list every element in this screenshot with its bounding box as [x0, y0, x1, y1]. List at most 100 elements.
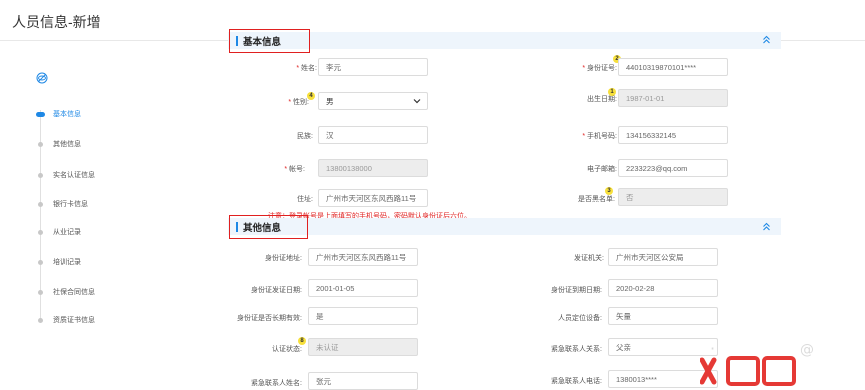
- email-input[interactable]: 2233223@qq.com: [618, 159, 728, 177]
- gender-select[interactable]: 男: [318, 92, 428, 110]
- ethnic-value: 汉: [326, 130, 334, 140]
- account-label-text: 帐号:: [289, 166, 305, 173]
- sidebar-item-realname-auth[interactable]: 实名认证信息: [36, 168, 95, 182]
- blacklist-value: 否: [626, 192, 634, 202]
- svg-text:@: @: [800, 342, 814, 358]
- required-mark: *: [582, 133, 586, 140]
- blacklist-field: 否: [618, 188, 728, 206]
- emergency-phone-label: 紧急联系人电话:: [551, 378, 602, 385]
- idcard-label: * 身份证号:: [582, 63, 617, 73]
- section-title-basic: 基本信息: [229, 29, 310, 53]
- locator-input[interactable]: 矢量: [608, 307, 718, 325]
- nav-dot: [38, 172, 43, 178]
- required-mark: *: [296, 65, 300, 72]
- emergency-relation-value: 父亲: [616, 342, 631, 352]
- emergency-relation-label: 紧急联系人关系:: [551, 346, 602, 353]
- phone-label-text: 手机号码:: [587, 133, 617, 140]
- issuer-value: 广州市天河区公安局: [616, 252, 684, 262]
- expire-date-input[interactable]: 2020-02-28: [608, 279, 718, 297]
- email-label-text: 电子邮箱:: [587, 166, 617, 173]
- account-field: 13800138000: [318, 159, 428, 177]
- annotation-badge-1: 1: [608, 88, 616, 96]
- required-mark: *: [288, 99, 292, 106]
- page-title: 人员信息-新增: [12, 14, 101, 30]
- sidebar-item-label: 社保合同信息: [53, 289, 95, 296]
- annotation-badge-3: 3: [605, 187, 613, 195]
- name-label-text: 姓名:: [301, 65, 317, 72]
- longterm-input[interactable]: 是: [308, 307, 418, 325]
- auth-status-label: 认证状态:: [272, 346, 302, 353]
- address-label: 住址:: [297, 194, 313, 204]
- account-value: 13800138000: [326, 163, 372, 173]
- account-label: * 帐号:: [284, 164, 305, 174]
- section-header-bar: [228, 218, 781, 235]
- gender-value: 男: [326, 96, 334, 106]
- auth-status-field: 未认证: [308, 338, 418, 356]
- emergency-phone-value: 1380013****: [616, 374, 657, 384]
- section-title-text: 其他信息: [243, 223, 282, 234]
- issuer-label: 发证机关:: [574, 255, 604, 262]
- issuer-input[interactable]: 广州市天河区公安局: [608, 248, 718, 266]
- annotation-badge-4: 4: [307, 92, 315, 100]
- id-address-input[interactable]: 广州市天河区东风西路11号: [308, 248, 418, 266]
- address-input[interactable]: 广州市天河区东风西路11号: [318, 189, 428, 207]
- sidebar-item-label: 培训记录: [53, 259, 81, 266]
- phone-label: * 手机号码:: [582, 131, 617, 141]
- nav-dot: [38, 289, 43, 295]
- sidebar-item-label: 资质证书信息: [53, 317, 95, 324]
- idcard-input[interactable]: 44010319870101****: [618, 58, 728, 76]
- birth-label-text: 出生日期:: [587, 96, 617, 103]
- phone-input[interactable]: 134156332145: [618, 126, 728, 144]
- locator-label: 人员定位设备:: [558, 315, 602, 322]
- blacklist-label: 是否黑名单:: [578, 194, 615, 204]
- ethnic-input[interactable]: 汉: [318, 126, 428, 144]
- issue-date-value: 2001-01-05: [316, 283, 355, 293]
- id-address-value: 广州市天河区东风西路11号: [316, 252, 407, 262]
- auth-status-value: 未认证: [316, 342, 339, 352]
- sidebar-item-other-info[interactable]: 其他信息: [36, 137, 81, 151]
- sidebar-item-training[interactable]: 培训记录: [36, 255, 81, 269]
- id-address-label: 身份证地址:: [265, 255, 302, 262]
- sidebar-item-work-history[interactable]: 从业记录: [36, 225, 81, 239]
- sidebar-item-label: 实名认证信息: [53, 172, 95, 179]
- ethnic-label-text: 民族:: [297, 133, 313, 140]
- sidebar-item-certificates[interactable]: 资质证书信息: [36, 313, 95, 327]
- section-accent: [236, 36, 238, 46]
- sidebar-item-bank-card[interactable]: 银行卡信息: [36, 197, 88, 211]
- birth-value: 1987-01-01: [626, 93, 665, 103]
- locator-value: 矢量: [616, 311, 631, 321]
- email-value: 2233223@qq.com: [626, 163, 688, 173]
- emergency-name-input[interactable]: 张元: [308, 372, 418, 390]
- annotation-badge-8: 8: [298, 337, 306, 345]
- name-input[interactable]: 李元: [318, 58, 428, 76]
- blacklist-label-text: 是否黑名单:: [578, 196, 615, 203]
- section-title-text: 基本信息: [243, 37, 282, 48]
- double-chevron-up-icon[interactable]: [762, 35, 771, 44]
- expire-date-value: 2020-02-28: [616, 283, 655, 293]
- eye-icon[interactable]: [36, 72, 48, 84]
- nav-dot: [38, 259, 43, 265]
- nav-dot: [38, 317, 43, 323]
- longterm-value: 是: [316, 311, 324, 321]
- longterm-label: 身份证是否长期有效:: [237, 315, 302, 322]
- section-title-other: 其他信息: [229, 215, 308, 239]
- issue-date-input[interactable]: 2001-01-05: [308, 279, 418, 297]
- sidebar-item-label: 其他信息: [53, 141, 81, 148]
- address-value: 广州市天河区东风西路11号: [326, 193, 417, 203]
- chevron-down-icon: [413, 99, 421, 104]
- name-value: 李元: [326, 62, 341, 72]
- nav-dot: [36, 111, 45, 117]
- email-label: 电子邮箱:: [587, 164, 617, 174]
- idcard-label-text: 身份证号:: [587, 65, 617, 72]
- nav-dot: [38, 141, 43, 147]
- emergency-name-value: 张元: [316, 376, 331, 386]
- sidebar-item-basic-info[interactable]: 基本信息: [36, 107, 81, 121]
- address-label-text: 住址:: [297, 196, 313, 203]
- birth-date-field: 1987-01-01: [618, 89, 728, 107]
- double-chevron-up-icon[interactable]: [762, 222, 771, 231]
- nav-dot: [38, 229, 43, 235]
- expire-date-label: 身份证到期日期:: [551, 287, 602, 294]
- required-mark: *: [582, 65, 586, 72]
- ethnic-label: 民族:: [297, 131, 313, 141]
- sidebar-item-social-security[interactable]: 社保合同信息: [36, 285, 95, 299]
